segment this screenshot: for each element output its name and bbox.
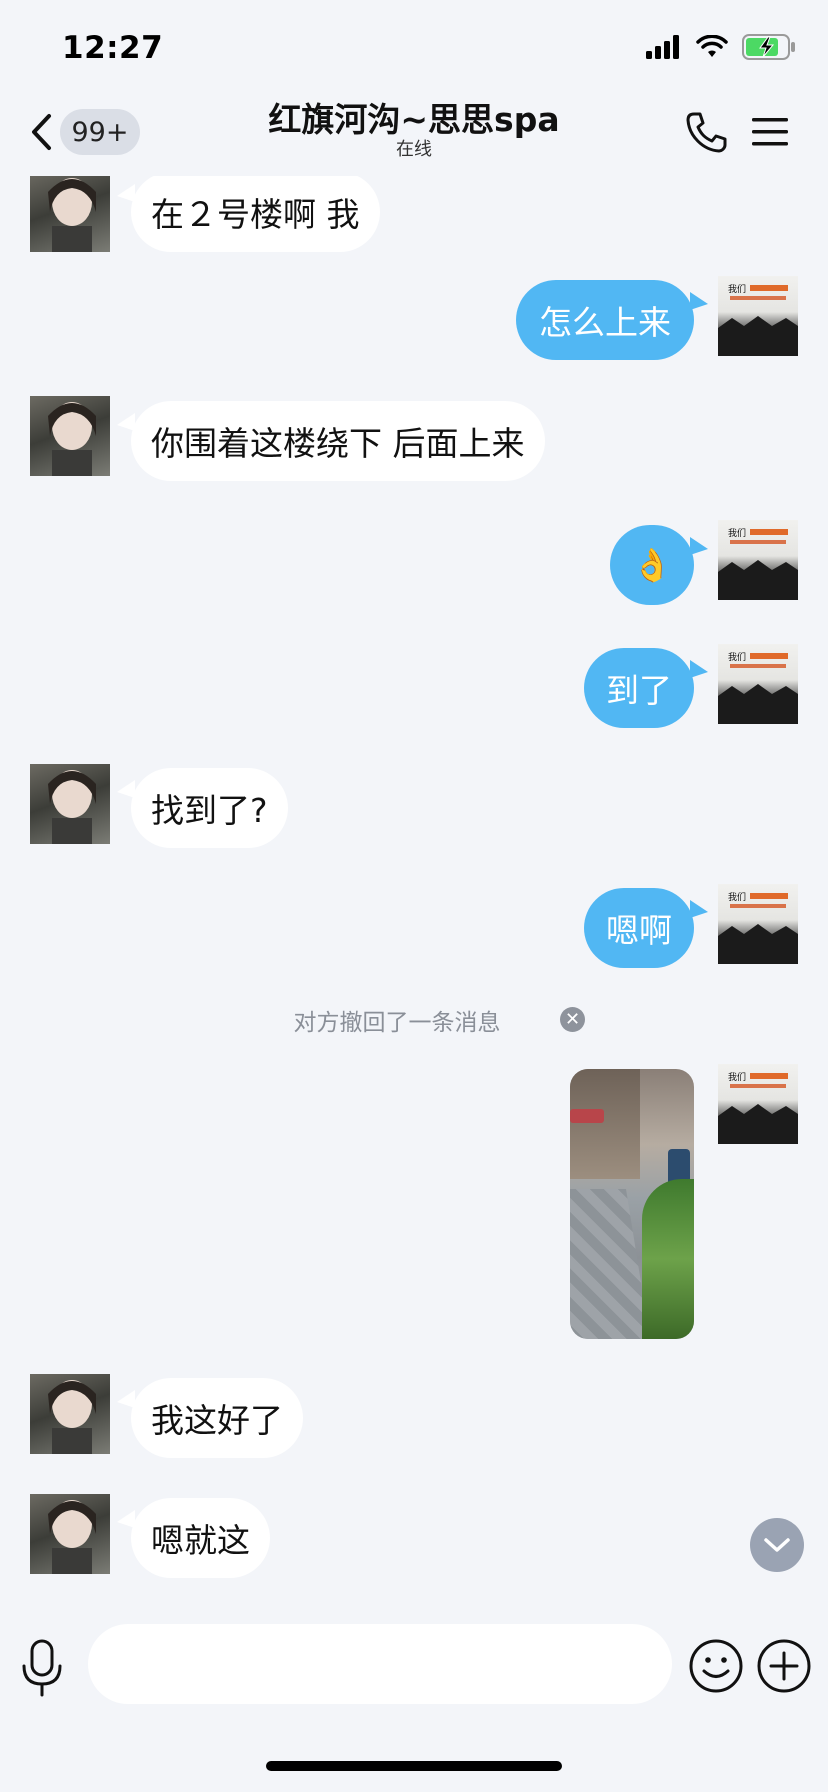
scroll-to-bottom-button[interactable]: [750, 1518, 804, 1572]
voice-input-button[interactable]: [20, 1638, 64, 1698]
more-options-button[interactable]: [756, 1638, 812, 1694]
message-input-bar: [0, 1596, 828, 1736]
svg-text:我们: 我们: [728, 651, 746, 663]
contact-avatar[interactable]: [30, 1374, 110, 1454]
status-bar: 12:27: [0, 0, 828, 100]
menu-button[interactable]: [750, 112, 790, 152]
message-list[interactable]: 在２号楼啊 我 怎么上来 我们 你围着这楼绕下 后面上来 👌 我们 到了 我们 …: [0, 176, 828, 1596]
chevron-left-icon: [32, 114, 51, 150]
recalled-message-notice: 对方撤回了一条消息 ✕: [0, 1002, 828, 1038]
home-indicator[interactable]: [266, 1761, 562, 1771]
chat-title: 红旗河沟~思思spa: [268, 100, 560, 139]
signal-icon: [646, 35, 679, 59]
contact-avatar[interactable]: [30, 764, 110, 844]
message-bubble-outgoing[interactable]: 👌: [610, 525, 708, 605]
chevron-down-icon: [764, 1538, 790, 1552]
image-message[interactable]: [570, 1069, 694, 1339]
message-bubble-outgoing[interactable]: 怎么上来: [516, 280, 708, 360]
close-circle-icon[interactable]: ✕: [560, 1007, 585, 1032]
message-bubble-incoming[interactable]: 嗯就这: [117, 1498, 270, 1578]
svg-text:我们: 我们: [728, 1071, 746, 1083]
chat-title-block[interactable]: 红旗河沟~思思spa 在线: [200, 100, 628, 162]
message-bubble-incoming[interactable]: 找到了?: [117, 768, 288, 848]
call-button[interactable]: [684, 110, 728, 154]
contact-avatar[interactable]: [30, 1494, 110, 1574]
my-avatar[interactable]: 我们: [718, 644, 798, 724]
battery-charging-icon: [742, 34, 795, 60]
plus-circle-icon: [757, 1639, 811, 1693]
photo-building: [570, 1069, 640, 1179]
my-avatar[interactable]: 我们: [718, 884, 798, 964]
hamburger-menu-icon: [752, 118, 788, 146]
back-button[interactable]: [30, 110, 60, 154]
svg-text:我们: 我们: [728, 527, 746, 539]
status-time: 12:27: [62, 30, 164, 66]
unread-count-badge[interactable]: 99+: [60, 109, 140, 155]
microphone-icon: [22, 1639, 62, 1697]
message-bubble-outgoing[interactable]: 嗯啊: [584, 888, 708, 968]
smiley-icon: [689, 1639, 743, 1693]
photo-hedge: [642, 1179, 694, 1339]
contact-avatar[interactable]: [30, 176, 110, 252]
message-bubble-incoming[interactable]: 在２号楼啊 我: [117, 176, 380, 252]
svg-text:我们: 我们: [728, 891, 746, 903]
photo-pavement: [570, 1189, 650, 1339]
message-bubble-incoming[interactable]: 我这好了: [117, 1378, 303, 1458]
my-avatar[interactable]: 我们: [718, 1064, 798, 1144]
message-text-input[interactable]: [88, 1624, 672, 1704]
phone-icon: [686, 112, 727, 153]
chat-header: 99+ 红旗河沟~思思spa 在线: [0, 100, 828, 176]
svg-text:我们: 我们: [728, 283, 746, 295]
emoji-button[interactable]: [688, 1638, 744, 1694]
online-status: 在线: [396, 139, 432, 160]
recalled-message-text: 对方撤回了一条消息: [293, 1010, 501, 1036]
my-avatar[interactable]: 我们: [718, 520, 798, 600]
my-avatar[interactable]: 我们: [718, 276, 798, 356]
message-bubble-incoming[interactable]: 你围着这楼绕下 后面上来: [117, 401, 545, 481]
status-icons: [646, 34, 796, 60]
wifi-icon: [696, 35, 728, 57]
message-bubble-outgoing[interactable]: 到了: [584, 648, 708, 728]
photo-awning: [570, 1109, 604, 1123]
contact-avatar[interactable]: [30, 396, 110, 476]
